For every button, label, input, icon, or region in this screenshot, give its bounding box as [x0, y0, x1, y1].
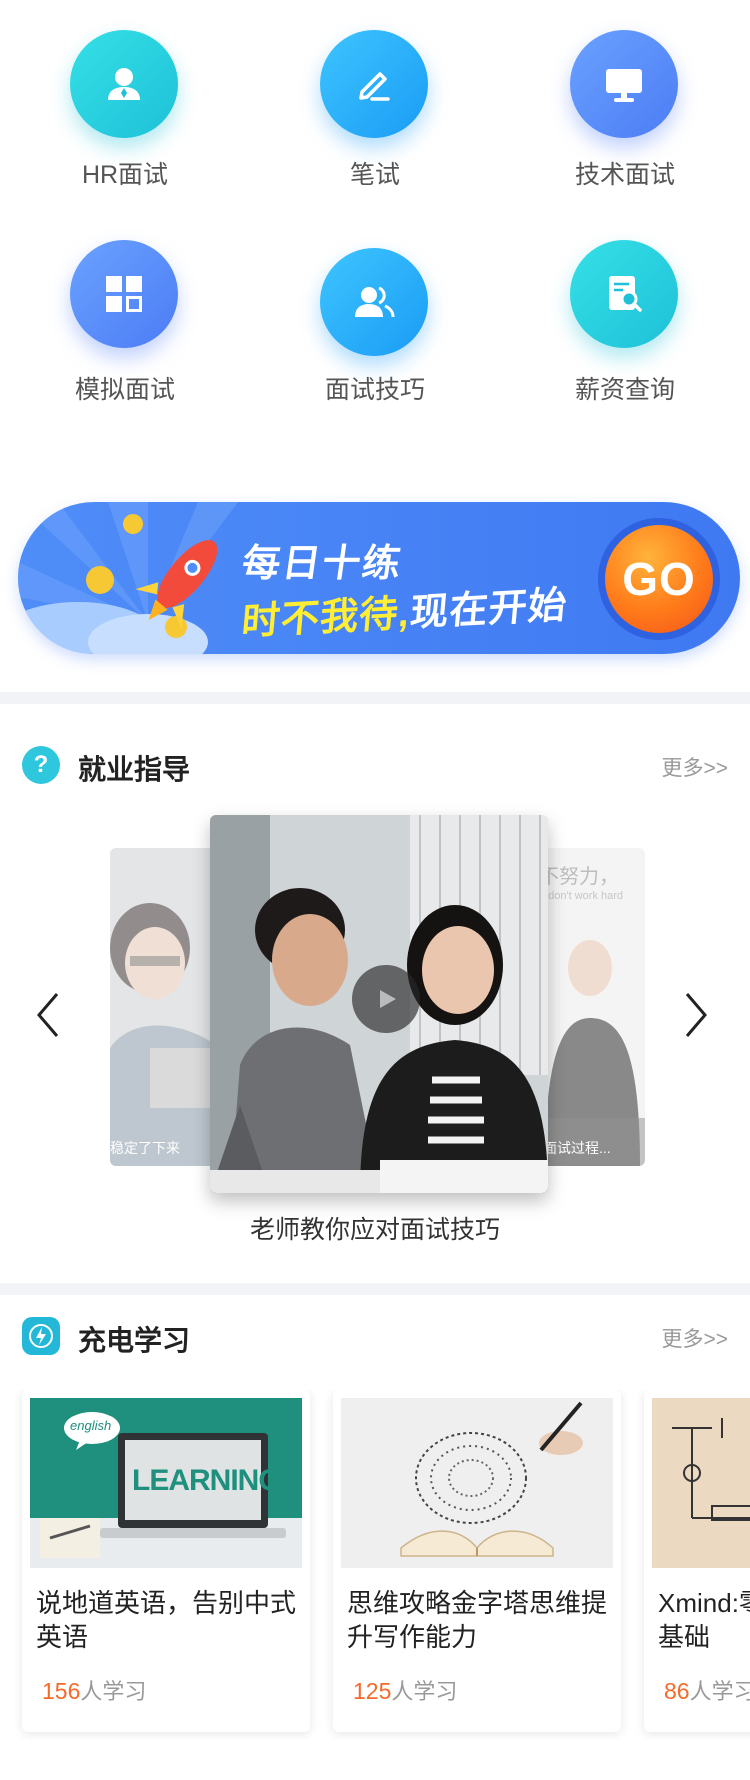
course-title: 思维攻略金字塔思维提升写作能力: [347, 1588, 608, 1652]
chevron-right-icon[interactable]: [676, 985, 716, 1045]
learner-suffix: 人学习: [80, 1679, 147, 1704]
section-title: 就业指导: [78, 754, 191, 785]
chevron-left-icon[interactable]: [28, 985, 68, 1045]
video-card-next[interactable]: 不努力， u don't work hard 面试过程...: [535, 848, 645, 1166]
go-button[interactable]: GO: [605, 525, 713, 633]
grid-label: 模拟面试: [74, 376, 175, 404]
play-icon[interactable]: [352, 965, 420, 1033]
grid-label: 技术面试: [574, 161, 675, 189]
feature-grid: HR面试 笔试 技术面试 模拟面试 面试技巧 薪资查询: [0, 0, 750, 470]
course-thumbnail: [341, 1398, 613, 1568]
course-card[interactable]: Xmind:零基础 86人学习: [644, 1390, 750, 1732]
grid-item-tech-interview[interactable]: 技术面试: [500, 0, 750, 210]
course-list: LEARNING english 说地道英语，告别中式英语 156人学习 思维攻…: [0, 1390, 750, 1740]
video-caption-prev: 稳定了下来: [110, 1140, 180, 1156]
study-header: 充电学习 更多>>: [0, 1307, 750, 1367]
grid-item-salary-query[interactable]: 薪资查询: [500, 240, 750, 450]
video-card-prev[interactable]: 稳定了下来: [110, 848, 220, 1166]
video-overlay-text-next: 不努力，: [539, 866, 619, 888]
grid-icon: [70, 240, 178, 348]
course-thumbnail: [652, 1398, 750, 1568]
video-overlay-en-next: u don't work hard: [539, 890, 624, 902]
section-divider: [0, 692, 750, 704]
learner-count: 86: [664, 1678, 690, 1704]
learner-count: 125: [353, 1678, 392, 1704]
grid-item-interview-tips[interactable]: 面试技巧: [250, 240, 500, 450]
section-title: 充电学习: [78, 1325, 191, 1356]
banner-title: 每日十练: [239, 543, 406, 585]
people-icon: [320, 248, 428, 356]
guidance-header: ? 就业指导 更多>>: [0, 736, 750, 796]
grid-label: 薪资查询: [574, 376, 675, 404]
video-carousel: 稳定了下来 不努力， u don't work hard 面试过程...: [0, 810, 750, 1210]
learner-suffix: 人学习: [689, 1679, 750, 1704]
grid-label: HR面试: [81, 161, 169, 189]
course-title: 说地道英语，告别中式英语: [36, 1588, 297, 1652]
pencil-icon: [320, 30, 428, 138]
course-title: Xmind:零基础: [658, 1588, 750, 1652]
go-button-ring: GO: [598, 518, 720, 640]
video-caption-next: 面试过程...: [543, 1140, 611, 1156]
lightning-icon: [22, 1317, 60, 1355]
course-card[interactable]: LEARNING english 说地道英语，告别中式英语 156人学习: [22, 1390, 310, 1732]
user-icon: [70, 30, 178, 138]
thumbnail-text: LEARNING: [132, 1464, 282, 1497]
grid-item-mock-interview[interactable]: 模拟面试: [0, 240, 250, 450]
course-stats: 86人学习: [664, 1674, 750, 1706]
study-more-link[interactable]: 更多>>: [661, 1323, 728, 1353]
grid-item-written-test[interactable]: 笔试: [250, 0, 500, 210]
learner-count: 156: [42, 1678, 81, 1704]
course-stats: 156人学习: [42, 1674, 146, 1706]
banner-subtitle-highlight: 时不我待,: [239, 592, 413, 644]
grid-label: 面试技巧: [324, 376, 425, 404]
section-divider: [0, 1283, 750, 1295]
bubble-text: english: [70, 1418, 112, 1433]
course-stats: 125人学习: [353, 1674, 457, 1706]
video-caption: 老师教你应对面试技巧: [249, 1216, 500, 1244]
daily-practice-banner[interactable]: 每日十练 时不我待,现在开始 GO: [18, 502, 740, 654]
question-icon: ?: [22, 746, 60, 784]
document-search-icon: [570, 240, 678, 348]
monitor-icon: [570, 30, 678, 138]
grid-label: 笔试: [349, 161, 400, 189]
course-thumbnail: LEARNING english: [30, 1398, 302, 1568]
banner-subtitle-rest: 现在开始: [408, 584, 569, 635]
guidance-more-link[interactable]: 更多>>: [661, 752, 728, 782]
learner-suffix: 人学习: [391, 1679, 458, 1704]
video-card-current[interactable]: [210, 815, 548, 1193]
course-card[interactable]: 思维攻略金字塔思维提升写作能力 125人学习: [333, 1390, 621, 1732]
grid-item-hr-interview[interactable]: HR面试: [0, 0, 250, 210]
